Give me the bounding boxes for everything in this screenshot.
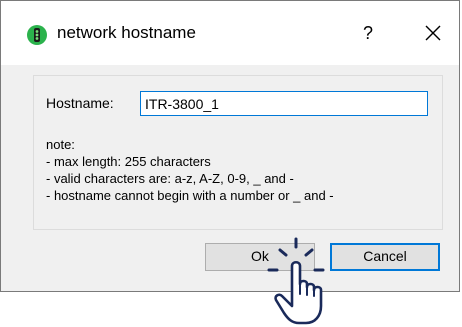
window-title: network hostname <box>57 23 196 42</box>
app-traffic-light-icon <box>27 25 47 45</box>
note-heading: note: <box>46 137 75 152</box>
hostname-input[interactable] <box>140 91 428 116</box>
close-icon[interactable] <box>421 21 445 45</box>
hostname-label: Hostname: <box>46 95 114 111</box>
ok-button[interactable]: Ok <box>205 243 315 271</box>
help-button[interactable]: ? <box>355 19 381 47</box>
note-text: note: - max length: 255 characters - val… <box>46 136 334 204</box>
note-line-max-length: - max length: 255 characters <box>46 154 211 169</box>
title-bar[interactable]: network hostname ? <box>1 1 459 65</box>
cancel-button[interactable]: Cancel <box>330 243 440 271</box>
note-line-valid-characters: - valid characters are: a-z, A-Z, 0-9, _… <box>46 171 294 186</box>
note-line-begin-restriction: - hostname cannot begin with a number or… <box>46 188 334 203</box>
